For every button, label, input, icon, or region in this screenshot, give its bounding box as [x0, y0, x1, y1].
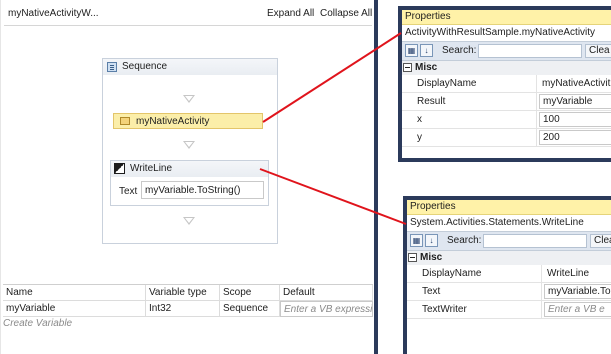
property-name: y	[415, 129, 537, 146]
writeline-title: WriteLine	[130, 163, 173, 174]
search-input[interactable]	[483, 234, 587, 248]
column-header-scope[interactable]: Scope	[220, 285, 280, 301]
writeline-icon	[114, 163, 125, 174]
property-row-text[interactable]: Text myVariable.To	[407, 283, 611, 301]
category-misc[interactable]: Misc	[407, 251, 611, 265]
text-expression-input[interactable]: myVariable.ToString()	[141, 181, 264, 199]
create-variable-row[interactable]: Create Variable	[3, 318, 72, 329]
sequence-title: Sequence	[122, 61, 168, 72]
sequence-header[interactable]: Sequence	[103, 59, 277, 75]
native-activity[interactable]: myNativeActivity	[113, 113, 263, 129]
property-row-textwriter[interactable]: TextWriter Enter a VB e	[407, 301, 611, 319]
sequence-icon	[107, 62, 117, 72]
properties-window-native-activity: Properties ActivityWithResultSample.myNa…	[398, 6, 611, 162]
designer-breadcrumb[interactable]: myNativeActivityW...	[8, 8, 99, 19]
properties-toolbar: ▦ ↓ Search: Clea	[402, 41, 611, 61]
property-name: Result	[415, 93, 537, 110]
category-name: Misc	[415, 62, 438, 73]
column-header-name[interactable]: Name	[3, 285, 146, 301]
search-label: Search:	[447, 235, 482, 246]
variable-scope-cell[interactable]: Sequence	[220, 301, 280, 317]
designer-header-divider	[4, 25, 372, 26]
property-name: DisplayName	[415, 75, 537, 92]
property-name: Text	[420, 283, 542, 300]
text-label: Text	[119, 186, 138, 197]
search-input[interactable]	[478, 44, 582, 58]
category-name: Misc	[420, 252, 443, 263]
variable-type-cell[interactable]: Int32	[146, 301, 220, 317]
property-value-input[interactable]: Enter a VB e	[544, 302, 611, 317]
property-value-input[interactable]: myVariable.To	[544, 284, 611, 299]
properties-toolbar: ▦ ↓ Search: Clea	[407, 231, 611, 251]
categorized-icon[interactable]: ▦	[405, 44, 418, 57]
column-header-default[interactable]: Default	[280, 285, 373, 301]
writeline-header[interactable]: WriteLine	[111, 161, 268, 177]
sort-az-icon[interactable]: ↓	[425, 234, 438, 247]
property-name: TextWriter	[420, 301, 542, 318]
selected-object-name: ActivityWithResultSample.myNativeActivit…	[405, 27, 596, 38]
property-value[interactable]: myNativeActivit	[539, 75, 611, 92]
property-row-displayname[interactable]: DisplayName WriteLine	[407, 265, 611, 283]
selected-object-name: System.Activities.Statements.WriteLine	[410, 217, 584, 228]
workflow-designer: myNativeActivityW... Expand All Collapse…	[0, 0, 378, 354]
property-value[interactable]: WriteLine	[544, 265, 611, 282]
drop-target-arrow-1[interactable]	[183, 95, 195, 103]
native-activity-label: myNativeActivity	[136, 116, 210, 127]
variable-name-cell[interactable]: myVariable	[3, 301, 146, 317]
property-row-result[interactable]: Result myVariable	[402, 93, 611, 111]
categorized-icon[interactable]: ▦	[410, 234, 423, 247]
property-row-displayname[interactable]: DisplayName myNativeActivit	[402, 75, 611, 93]
collapse-icon[interactable]	[403, 63, 412, 72]
property-value-input[interactable]: myVariable	[539, 94, 611, 109]
properties-window-writeline: Properties System.Activities.Statements.…	[403, 196, 611, 354]
properties-title: Properties	[402, 10, 611, 25]
variable-default-input[interactable]: Enter a VB expressic	[280, 301, 373, 317]
writeline-activity[interactable]: WriteLine Text myVariable.ToString()	[110, 160, 269, 206]
properties-title: Properties	[407, 200, 611, 215]
column-header-variable-type[interactable]: Variable type	[146, 285, 220, 301]
property-value-input[interactable]: 100	[539, 112, 611, 127]
clear-button[interactable]: Clea	[590, 234, 611, 248]
property-name: DisplayName	[420, 265, 542, 282]
property-row-x[interactable]: x 100	[402, 111, 611, 129]
designer-right-border	[374, 0, 378, 354]
clear-button[interactable]: Clea	[585, 44, 611, 58]
property-row-y[interactable]: y 200	[402, 129, 611, 147]
activity-icon	[120, 117, 130, 125]
expand-all-link[interactable]: Expand All	[267, 8, 314, 19]
collapse-icon[interactable]	[408, 253, 417, 262]
sort-az-icon[interactable]: ↓	[420, 44, 433, 57]
drop-target-arrow-3[interactable]	[183, 217, 195, 225]
collapse-all-link[interactable]: Collapse All	[320, 8, 372, 19]
category-misc[interactable]: Misc	[402, 61, 611, 75]
search-label: Search:	[442, 45, 477, 56]
property-value-input[interactable]: 200	[539, 130, 611, 145]
drop-target-arrow-2[interactable]	[183, 141, 195, 149]
property-name: x	[415, 111, 537, 128]
